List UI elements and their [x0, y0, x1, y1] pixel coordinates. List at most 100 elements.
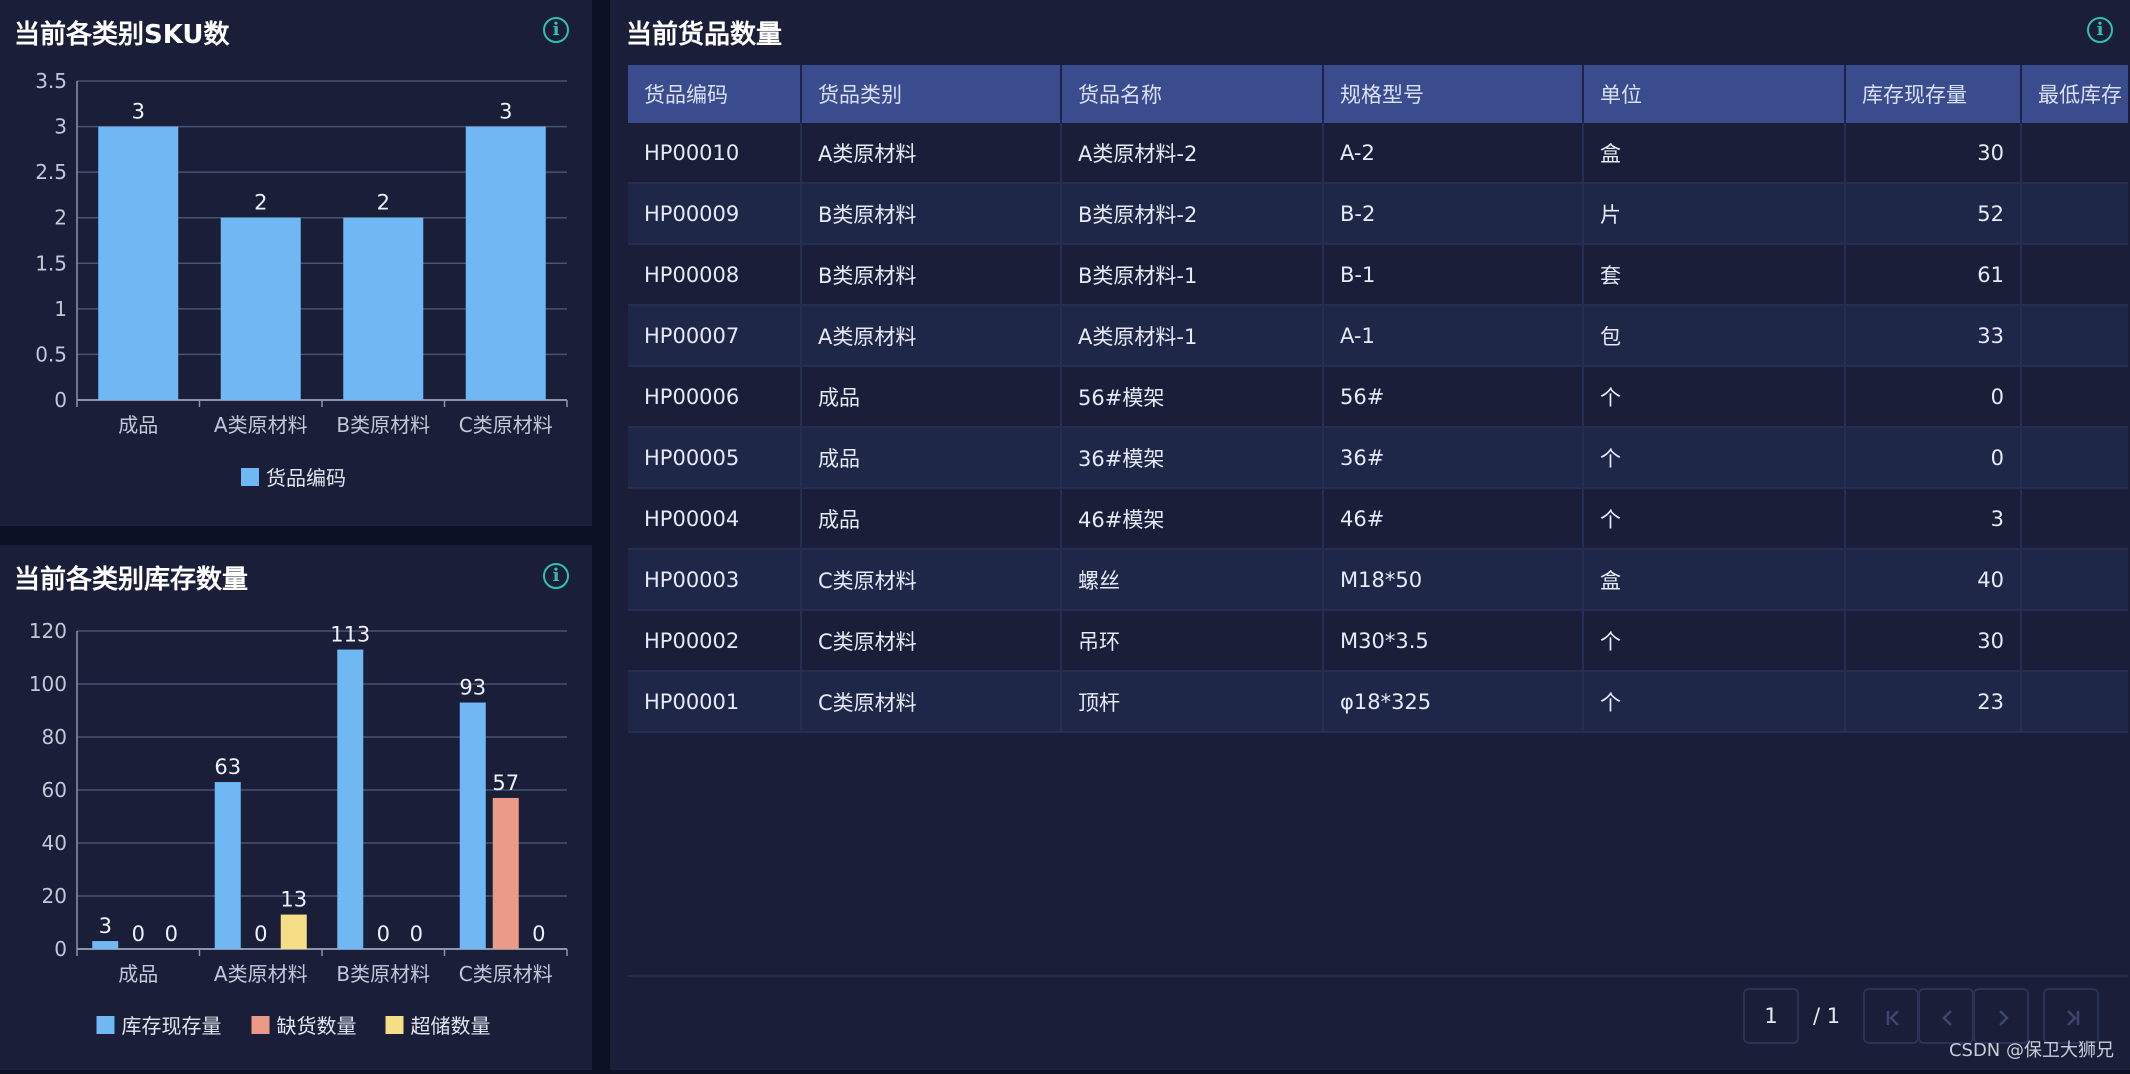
data-label: 113: [330, 623, 370, 647]
legend-label: 货品编码: [266, 466, 346, 490]
x-tick-label: 成品: [118, 413, 158, 437]
table-cell: HP00008: [628, 244, 802, 306]
stock-quantity-panel: 当前各类别库存数量 i 0 20 40 60 80 100 120 成品 A类原材料 B类原材料 C…: [0, 545, 592, 1070]
table-row[interactable]: HP00008 B类原材料 B类原材料-1 B-1 套 61: [628, 244, 2128, 306]
column-header[interactable]: 货品类别: [801, 65, 1062, 123]
info-circle-icon[interactable]: i: [2087, 17, 2113, 43]
y-tick-label: 3: [54, 115, 67, 139]
data-label: 3: [499, 100, 512, 124]
bar: [98, 126, 179, 401]
table-cell: 30: [1845, 610, 2022, 672]
table-cell: 36#模架: [1061, 427, 1324, 489]
table-cell: 40: [1845, 549, 2022, 611]
table-row[interactable]: HP00010 A类原材料 A类原材料-2 A-2 盒 30: [628, 123, 2128, 184]
table-cell: HP00010: [628, 123, 802, 184]
first-page-icon: [1886, 1010, 1899, 1026]
y-tick-label: 0: [54, 937, 67, 961]
column-header[interactable]: 库存现存量: [1845, 65, 2022, 123]
x-tick-label: A类原材料: [214, 413, 308, 437]
table-cell: 30: [1845, 123, 2022, 184]
table-cell: 包: [1583, 305, 1846, 367]
goods-table-container[interactable]: 货品编码 货品类别 货品名称 规格型号 单位 库存现存量 最低库存 HP0001…: [628, 65, 2128, 735]
table-cell: B类原材料: [801, 183, 1062, 245]
last-page-icon: [2067, 1010, 2080, 1026]
table-cell: 23: [1845, 671, 2022, 733]
table-cell: 顶杆: [1061, 671, 1324, 733]
table-cell: 个: [1583, 488, 1846, 550]
data-label: 63: [214, 755, 241, 779]
table-cell: [2021, 427, 2128, 489]
table-cell: 个: [1583, 366, 1846, 428]
table-row[interactable]: HP00006 成品 56#模架 56# 个 0: [628, 366, 2128, 428]
data-label: 2: [377, 191, 390, 215]
column-header[interactable]: 货品编码: [628, 65, 802, 123]
y-tick-label: 60: [42, 778, 67, 802]
x-tick-label: 成品: [118, 962, 158, 986]
column-header[interactable]: 最低库存: [2021, 65, 2128, 123]
table-cell: HP00006: [628, 366, 802, 428]
data-label: 0: [532, 922, 545, 946]
table-row[interactable]: HP00002 C类原材料 吊环 M30*3.5 个 30: [628, 610, 2128, 672]
table-cell: A-2: [1323, 123, 1584, 184]
table-cell: 吊环: [1061, 610, 1324, 672]
legend-swatch: [241, 468, 259, 486]
table-row[interactable]: HP00001 C类原材料 顶杆 φ18*325 个 23: [628, 671, 2128, 733]
data-label: 2: [254, 191, 267, 215]
column-header[interactable]: 货品名称: [1061, 65, 1324, 123]
y-tick-label: 1.5: [35, 251, 67, 275]
table-cell: [2021, 549, 2128, 611]
page-total: / 1: [1813, 1004, 1841, 1028]
table-cell: HP00009: [628, 183, 802, 245]
table-row[interactable]: HP00004 成品 46#模架 46# 个 3: [628, 488, 2128, 550]
legend-label: 库存现存量: [122, 1014, 222, 1038]
table-row[interactable]: HP00009 B类原材料 B类原材料-2 B-2 片 52: [628, 183, 2128, 245]
table-cell: 套: [1583, 244, 1846, 306]
table-cell: HP00005: [628, 427, 802, 489]
table-cell: 3: [1845, 488, 2022, 550]
legend-label: 缺货数量: [277, 1014, 357, 1038]
chevron-right-icon: [1999, 1010, 2009, 1026]
y-tick-label: 2.5: [35, 160, 67, 184]
x-tick-label: B类原材料: [336, 962, 430, 986]
y-tick-label: 40: [42, 831, 67, 855]
y-tick-label: 120: [29, 619, 67, 643]
table-footer-divider: [628, 975, 2128, 977]
table-cell: φ18*325: [1323, 671, 1584, 733]
bar: [280, 914, 307, 949]
x-tick-label: C类原材料: [459, 413, 553, 437]
stock-panel-title: 当前各类别库存数量: [14, 565, 249, 595]
info-circle-icon[interactable]: i: [543, 17, 569, 43]
table-cell: 成品: [801, 366, 1062, 428]
table-cell: B类原材料-1: [1061, 244, 1324, 306]
sku-bar-chart: 0 0.5 1 1.5 2 2.5 3 3.5 成品 A类原材料 B类原材料 C类原材料 3 2 2 3 货品编…: [35, 69, 568, 490]
sku-count-panel: 当前各类别SKU数 i 0 0.5 1 1.5 2 2.5 3 3.5 成品 A类原材料 B类原材料…: [0, 0, 592, 526]
table-cell: 56#模架: [1061, 366, 1324, 428]
first-page-button[interactable]: [1863, 988, 1919, 1044]
bar: [337, 649, 364, 949]
info-circle-icon[interactable]: i: [543, 563, 569, 589]
table-cell: [2021, 671, 2128, 733]
table-cell: C类原材料: [801, 549, 1062, 611]
current-page-input[interactable]: 1: [1743, 988, 1799, 1044]
chevron-left-icon: [1942, 1010, 1952, 1026]
y-tick-label: 0.5: [35, 342, 67, 366]
table-cell: [2021, 366, 2128, 428]
data-label: 3: [99, 914, 112, 938]
y-tick-label: 1: [54, 297, 67, 321]
table-row[interactable]: HP00003 C类原材料 螺丝 M18*50 盒 40: [628, 549, 2128, 611]
table-row[interactable]: HP00007 A类原材料 A类原材料-1 A-1 包 33: [628, 305, 2128, 367]
data-label: 0: [410, 922, 423, 946]
column-header[interactable]: 单位: [1583, 65, 1846, 123]
table-row[interactable]: HP00005 成品 36#模架 36# 个 0: [628, 427, 2128, 489]
x-tick-label: B类原材料: [336, 413, 430, 437]
y-tick-label: 3.5: [35, 69, 67, 93]
table-cell: 46#模架: [1061, 488, 1324, 550]
table-cell: B-2: [1323, 183, 1584, 245]
column-header[interactable]: 规格型号: [1323, 65, 1584, 123]
table-cell: 52: [1845, 183, 2022, 245]
table-cell: [2021, 305, 2128, 367]
table-cell: 46#: [1323, 488, 1584, 550]
y-tick-label: 100: [29, 672, 67, 696]
table-cell: 盒: [1583, 549, 1846, 611]
legend-swatch: [96, 1016, 115, 1034]
